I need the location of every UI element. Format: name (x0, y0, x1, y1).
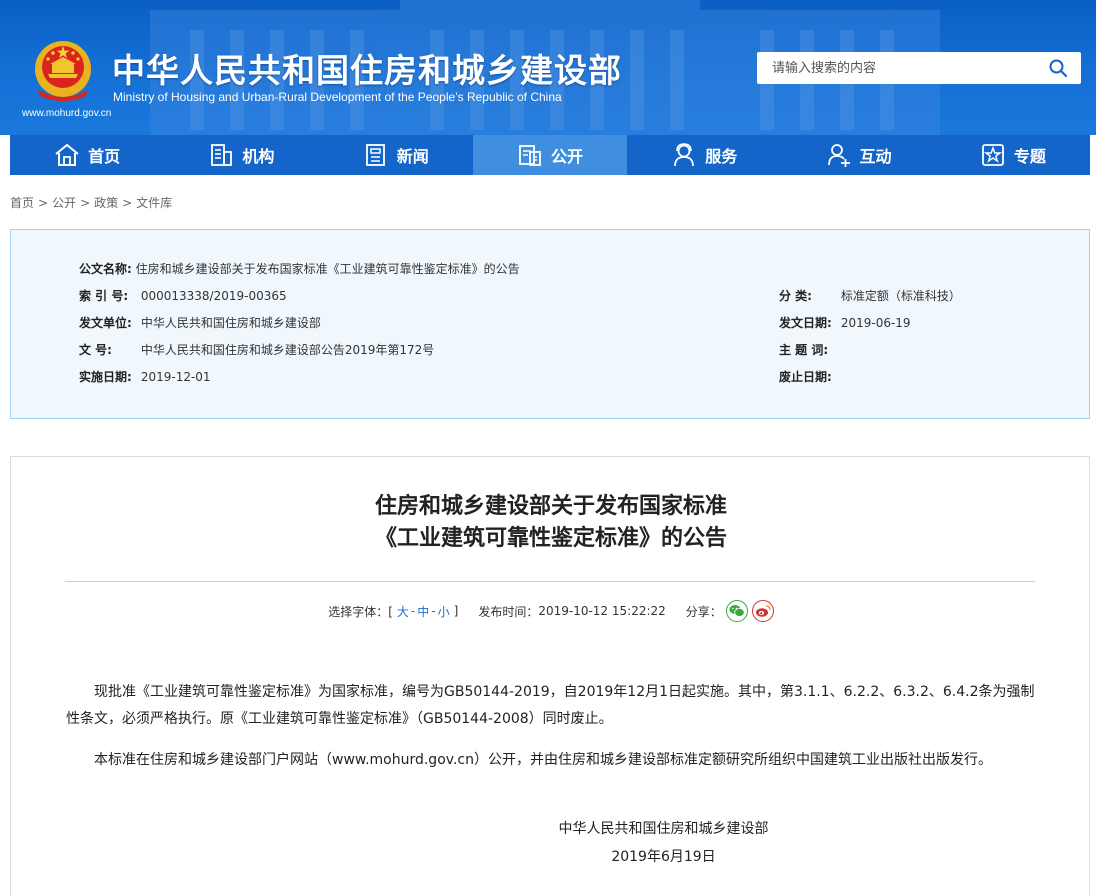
font-size-small-link[interactable]: 小 (438, 603, 450, 620)
nav-item-topics[interactable]: 专题 (936, 135, 1090, 175)
share-label: 分享： (685, 604, 722, 619)
nav-label: 公开 (550, 147, 583, 166)
share-group: 分享： (686, 600, 774, 622)
nav-item-public[interactable]: 公开 (472, 135, 628, 175)
wechat-icon (729, 605, 745, 617)
meta-doc-number: 文 号: 中华人民共和国住房和城乡建设部公告2019年第172号 (79, 341, 434, 358)
breadcrumb: 首页 > 公开 > 政策 > 文件库 (10, 194, 172, 211)
breadcrumb-separator: > (122, 196, 133, 210)
weibo-icon (755, 605, 771, 617)
meta-value: 中华人民共和国住房和城乡建设部 (140, 316, 321, 330)
nav-item-news[interactable]: 新闻 (319, 135, 473, 175)
wechat-share-button[interactable] (725, 600, 748, 622)
meta-label: 实施日期: (79, 370, 132, 384)
breadcrumb-public[interactable]: 公开 (52, 196, 76, 210)
article-title-line1: 住房和城乡建设部关于发布国家标准 (374, 494, 727, 519)
font-size-label: 选择字体：[ (328, 604, 393, 619)
service-person-icon (674, 143, 695, 167)
meta-label: 发文单位: (79, 316, 132, 330)
meta-effective-date: 实施日期: 2019-12-01 (79, 368, 211, 385)
meta-value: 标准定额（标准科技） (840, 289, 961, 303)
nav-item-service[interactable]: 服务 (627, 135, 781, 175)
meta-label: 发文日期: (779, 316, 832, 330)
font-size-dash: - (431, 604, 436, 618)
meta-label: 主 题 词: (779, 343, 829, 357)
signature-date: 2019年6月19日 (611, 849, 716, 865)
nav-label: 机构 (242, 147, 275, 166)
national-emblem-icon (35, 41, 91, 101)
publish-time: 发布时间： 2019-10-12 15:22:22 (478, 603, 665, 620)
meta-issue-date: 发文日期: 2019-06-19 (779, 314, 911, 331)
search-icon[interactable] (1049, 59, 1067, 77)
interaction-person-icon (827, 144, 850, 167)
font-size-dash: - (410, 604, 416, 618)
font-size-selector: 选择字体：[ 大 - 中 - 小 ] (328, 603, 458, 620)
home-icon (55, 143, 79, 166)
document-meta-box: 公文名称: 住房和城乡建设部关于发布国家标准《工业建筑可靠性鉴定标准》的公告 索… (10, 229, 1090, 419)
search-box (757, 52, 1081, 84)
article-paragraph-2: 本标准在住房和城乡建设部门户网站（www.mohurd.gov.cn）公开，并由… (94, 752, 992, 768)
signature-organization: 中华人民共和国住房和城乡建设部 (558, 821, 769, 837)
weibo-share-button[interactable] (751, 600, 774, 622)
meta-value: 000013338/2019-00365 (140, 289, 287, 303)
meta-label: 公文名称: (79, 262, 132, 276)
meta-label: 索 引 号: (79, 289, 129, 303)
meta-doc-name: 公文名称: 住房和城乡建设部关于发布国家标准《工业建筑可靠性鉴定标准》的公告 (79, 260, 520, 277)
site-header: 中华人民共和国住房和城乡建设部 Ministry of Housing and … (0, 0, 1096, 135)
breadcrumb-policy[interactable]: 政策 (94, 196, 118, 210)
newspaper-icon (365, 144, 385, 166)
article-title-line2: 《工业建筑可靠性鉴定标准》的公告 (374, 526, 727, 551)
meta-label: 文 号: (79, 343, 112, 357)
nav-label: 互动 (859, 147, 892, 166)
nav-label: 新闻 (396, 147, 429, 166)
main-nav: 首页 机构 新闻 公开 服务 互动 专题 (10, 135, 1090, 175)
publish-time-label: 发布时间： (478, 604, 539, 619)
meta-label: 分 类: (779, 289, 812, 303)
font-size-medium-link[interactable]: 中 (417, 603, 429, 620)
meta-value: 2019-06-19 (840, 316, 911, 330)
meta-keywords: 主 题 词: (779, 341, 837, 358)
site-title[interactable]: 中华人民共和国住房和城乡建设部 (112, 44, 622, 92)
site-subtitle: Ministry of Housing and Urban-Rural Deve… (113, 90, 562, 104)
building-icon (211, 144, 233, 166)
meta-label: 废止日期: (779, 370, 832, 384)
breadcrumb-separator: > (38, 196, 49, 210)
meta-index: 索 引 号: 000013338/2019-00365 (79, 287, 287, 304)
meta-value: 住房和城乡建设部关于发布国家标准《工业建筑可靠性鉴定标准》的公告 (135, 262, 520, 276)
breadcrumb-home[interactable]: 首页 (10, 196, 34, 210)
nav-label: 服务 (705, 147, 738, 166)
article-paragraph-1: 现批准《工业建筑可靠性鉴定标准》为国家标准，编号为GB50144-2019，自2… (66, 684, 1035, 727)
meta-value: 中华人民共和国住房和城乡建设部公告2019年第172号 (140, 343, 435, 357)
star-badge-icon (981, 144, 1004, 166)
search-input[interactable] (757, 52, 1037, 84)
meta-category: 分 类: 标准定额（标准科技） (779, 287, 961, 304)
breadcrumb-separator: > (80, 196, 91, 210)
meta-issuer: 发文单位: 中华人民共和国住房和城乡建设部 (79, 314, 321, 331)
nav-label: 首页 (88, 147, 121, 166)
publish-time-value: 2019-10-12 15:22:22 (538, 604, 666, 618)
nav-item-home[interactable]: 首页 (10, 135, 164, 175)
nav-label: 专题 (1013, 147, 1046, 166)
document-list-icon (519, 145, 541, 166)
nav-item-organization[interactable]: 机构 (164, 135, 318, 175)
font-size-large-link[interactable]: 大 (397, 603, 409, 620)
article-toolbar: 选择字体：[ 大 - 中 - 小 ] 发布时间： 2019-10-12 15:2… (11, 599, 1091, 623)
nav-item-interaction[interactable]: 互动 (781, 135, 935, 175)
article-panel: 住房和城乡建设部关于发布国家标准 《工业建筑可靠性鉴定标准》的公告 选择字体：[… (10, 456, 1090, 896)
site-url: www.mohurd.gov.cn (22, 108, 112, 119)
meta-value: 2019-12-01 (140, 370, 211, 384)
breadcrumb-library[interactable]: 文件库 (136, 196, 172, 210)
font-size-close: ] (453, 604, 459, 618)
title-divider (65, 581, 1035, 582)
meta-repeal-date: 废止日期: (779, 368, 837, 385)
